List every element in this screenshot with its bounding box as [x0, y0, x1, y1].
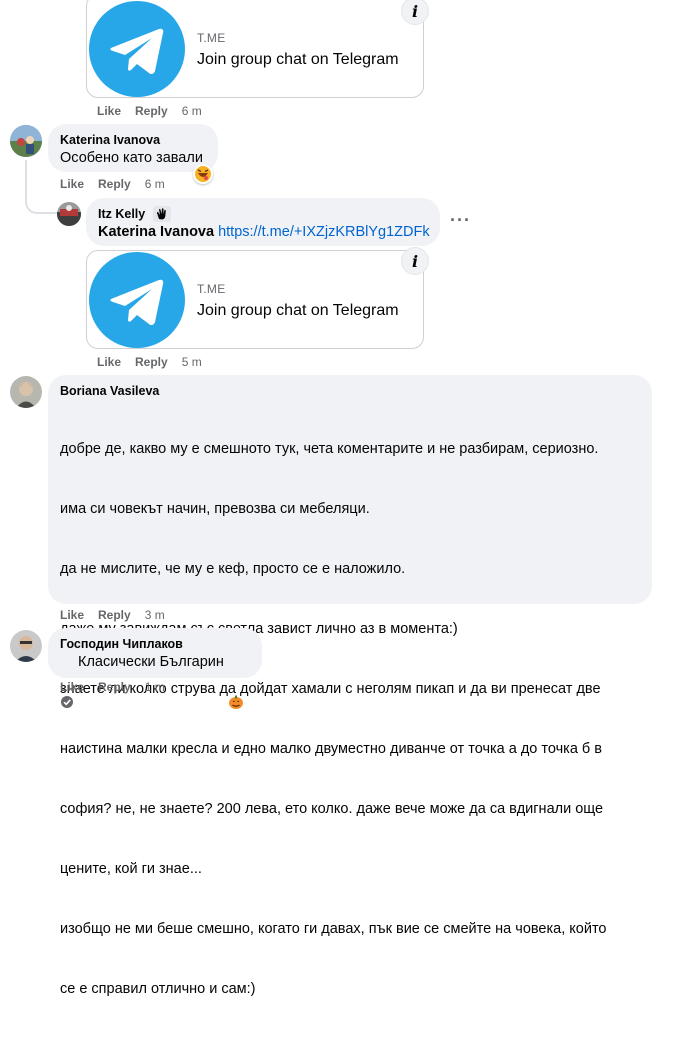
comment-bubble: Boriana Vasileva добре де, какво му е см… — [48, 375, 652, 997]
reply-button[interactable]: Reply — [98, 608, 131, 622]
timestamp[interactable]: 6 m — [145, 177, 165, 191]
reply-button[interactable]: Reply — [98, 680, 131, 694]
thread-line — [25, 160, 27, 194]
reply-button[interactable]: Reply — [135, 104, 168, 118]
like-button[interactable]: Like — [97, 104, 121, 118]
reply-bubble: Itz Kelly Katerina Ivanova https://t.me/… — [86, 198, 440, 246]
waving-hand-icon — [153, 206, 172, 222]
link-title: Join group chat on Telegram — [197, 302, 399, 319]
mention-link[interactable]: Katerina Ivanova — [98, 224, 214, 240]
comment-author[interactable]: Господин Чиплаков — [60, 636, 250, 652]
haha-reaction-icon[interactable] — [193, 164, 213, 184]
comment-author[interactable]: Katerina Ivanova — [60, 132, 206, 148]
comment-text: добре де, какво му е смешното тук, чета … — [60, 441, 607, 997]
link-domain: T.ME — [197, 31, 226, 45]
telegram-logo-icon — [89, 1, 185, 97]
comment-author[interactable]: Itz Kelly — [98, 206, 145, 222]
like-button[interactable]: Like — [60, 177, 84, 191]
info-icon[interactable]: i — [401, 0, 429, 25]
comment-author[interactable]: Boriana Vasileva — [60, 383, 640, 399]
comment-actions: Like Reply 6 m — [60, 177, 165, 191]
reply-button[interactable]: Reply — [135, 355, 168, 369]
comment-actions: Like Reply 3 m — [60, 608, 165, 622]
avatar[interactable] — [10, 630, 42, 662]
telegram-logo-icon — [89, 252, 185, 348]
link-domain: T.ME — [197, 282, 226, 296]
comment-actions: Like Reply 6 m — [97, 104, 202, 118]
comment-text: Особено като завали — [60, 150, 203, 166]
comment-actions: Like Reply 1 m — [60, 680, 165, 694]
pumpkin-icon — [228, 654, 244, 709]
timestamp[interactable]: 3 m — [145, 608, 165, 622]
telegram-url-link[interactable]: https://t.me/+IXZjzKRBlYg1ZDFk — [218, 224, 430, 240]
avatar[interactable] — [57, 202, 81, 226]
link-preview-card[interactable]: T.ME Join group chat on Telegram — [86, 0, 424, 98]
link-preview-card[interactable]: T.ME Join group chat on Telegram — [86, 250, 424, 349]
link-title: Join group chat on Telegram — [197, 51, 399, 68]
timestamp[interactable]: 6 m — [182, 104, 202, 118]
thread-connector — [25, 190, 57, 214]
info-icon[interactable]: i — [401, 247, 429, 275]
badge-label: Класически Българин — [78, 654, 224, 670]
verified-badge-icon — [60, 655, 74, 708]
like-button[interactable]: Like — [60, 608, 84, 622]
comment-bubble: Господин Чиплаков Класически Българин — [48, 628, 262, 709]
avatar[interactable] — [10, 376, 42, 408]
timestamp[interactable]: 1 m — [145, 680, 165, 694]
avatar[interactable] — [10, 125, 42, 157]
more-dots-icon[interactable]: ··· — [450, 210, 471, 231]
like-button[interactable]: Like — [97, 355, 121, 369]
reply-button[interactable]: Reply — [98, 177, 131, 191]
timestamp[interactable]: 5 m — [182, 355, 202, 369]
comment-actions: Like Reply 5 m — [97, 355, 202, 369]
like-button[interactable]: Like — [60, 680, 84, 694]
